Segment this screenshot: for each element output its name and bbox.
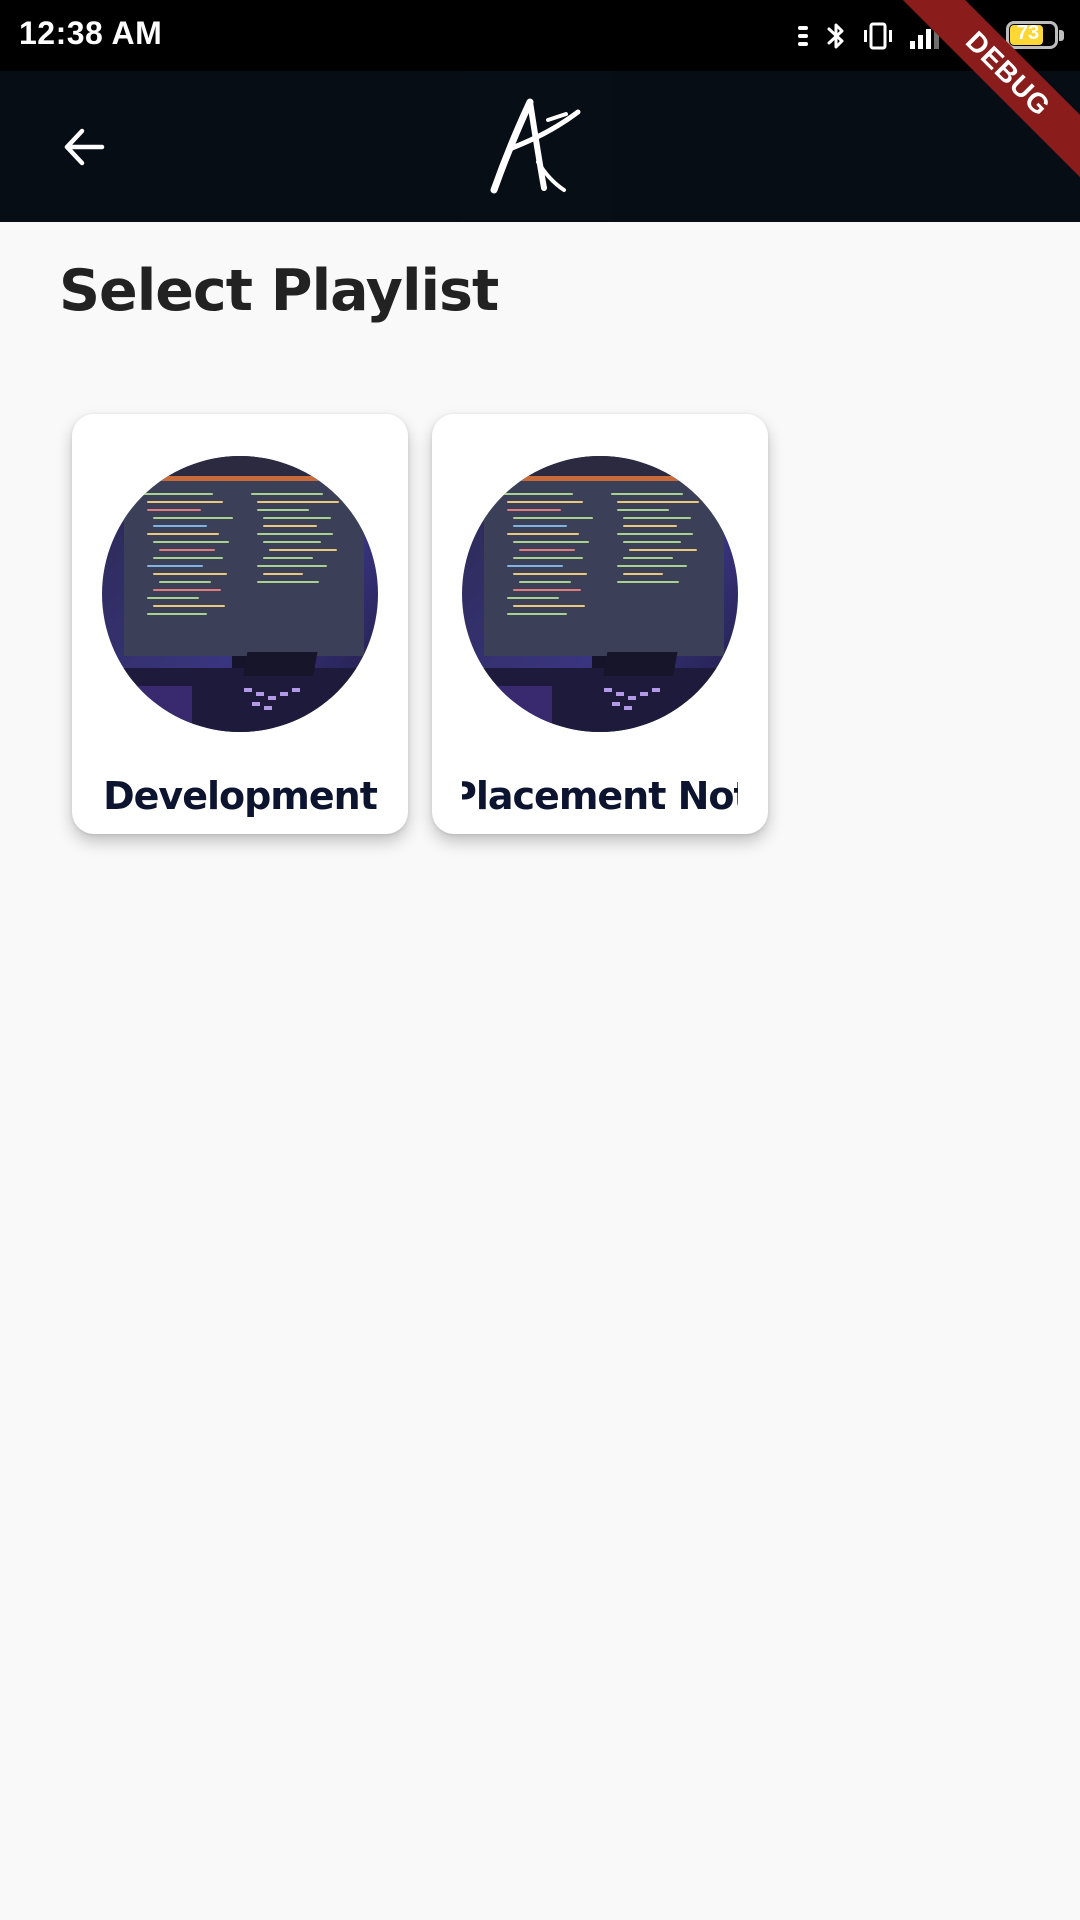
vibrate-icon	[862, 21, 894, 51]
page-title: Select Playlist	[59, 258, 499, 324]
playlist-card-placement-notes[interactable]: Placement Not	[432, 414, 768, 834]
playlist-label: Development	[103, 774, 378, 818]
playlist-label-wrap: Placement Not	[462, 774, 738, 824]
bluetooth-icon	[824, 20, 848, 52]
status-time: 12:38 AM	[19, 15, 163, 51]
playlist-thumbnail	[102, 456, 378, 732]
playlist-card-development[interactable]: Development	[72, 414, 408, 834]
logo-a-icon	[490, 98, 581, 193]
back-button[interactable]	[52, 115, 116, 179]
playlist-label-wrap: Development	[102, 774, 378, 824]
playlist-label: Placement Not	[462, 774, 738, 818]
app-logo	[462, 71, 612, 222]
notification-dots-icon	[796, 24, 810, 48]
playlist-thumbnail	[462, 456, 738, 732]
battery-level: 73	[1016, 22, 1040, 44]
battery-icon: 73	[1006, 21, 1066, 51]
app-bar	[0, 71, 1080, 222]
arrow-back-icon	[64, 128, 105, 166]
